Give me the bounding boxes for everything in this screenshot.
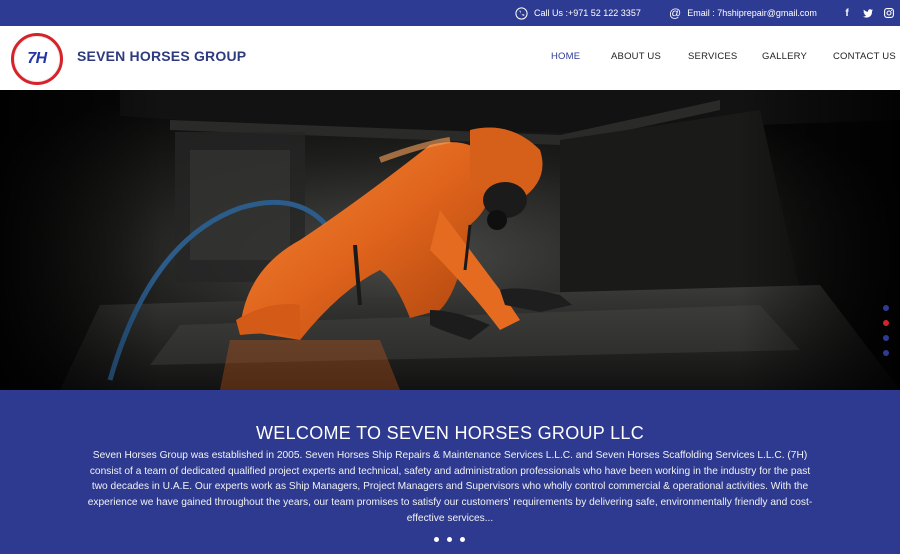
- welcome-section: WELCOME TO SEVEN HORSES GROUP LLC Seven …: [0, 390, 900, 554]
- hero-image: [0, 90, 900, 390]
- phone-text: Call Us :+971 52 122 3357: [534, 8, 641, 18]
- phone-icon: [515, 6, 528, 20]
- carousel-dot[interactable]: [447, 537, 452, 542]
- at-icon: @: [669, 6, 682, 20]
- welcome-text: Seven Horses Group was established in 20…: [87, 450, 813, 524]
- logo-text: 7H: [27, 50, 47, 67]
- instagram-icon[interactable]: [879, 8, 899, 18]
- nav-gallery[interactable]: GALLERY: [762, 51, 807, 62]
- main-header: 7H SEVEN HORSES GROUP HOME ABOUT US SERV…: [0, 26, 900, 90]
- company-logo[interactable]: 7H: [11, 33, 63, 85]
- email-contact[interactable]: @ Email : 7hshiprepair@gmail.com: [669, 0, 817, 26]
- slide-dot[interactable]: [883, 350, 889, 356]
- hero-slide-indicators: [883, 305, 889, 356]
- twitter-icon[interactable]: [858, 8, 878, 18]
- nav-home[interactable]: HOME: [551, 51, 580, 62]
- slide-dot-active[interactable]: [883, 320, 889, 326]
- slide-dot[interactable]: [883, 305, 889, 311]
- carousel-dot[interactable]: [434, 537, 439, 542]
- nav-services[interactable]: SERVICES: [688, 51, 737, 62]
- welcome-title: WELCOME TO SEVEN HORSES GROUP LLC: [256, 423, 644, 443]
- phone-contact[interactable]: Call Us :+971 52 122 3357: [515, 0, 641, 26]
- social-links: f: [837, 0, 899, 26]
- nav-contact-us[interactable]: CONTACT US: [833, 51, 896, 62]
- hero-slider: [0, 90, 900, 390]
- top-bar: Call Us :+971 52 122 3357 @ Email : 7hsh…: [0, 0, 900, 26]
- nav-about-us[interactable]: ABOUT US: [611, 51, 661, 62]
- email-text: Email : 7hshiprepair@gmail.com: [687, 8, 817, 18]
- carousel-dots: [434, 537, 465, 542]
- carousel-dot[interactable]: [460, 537, 465, 542]
- facebook-icon[interactable]: f: [837, 8, 857, 19]
- brand-name[interactable]: SEVEN HORSES GROUP: [77, 48, 246, 64]
- slide-dot[interactable]: [883, 335, 889, 341]
